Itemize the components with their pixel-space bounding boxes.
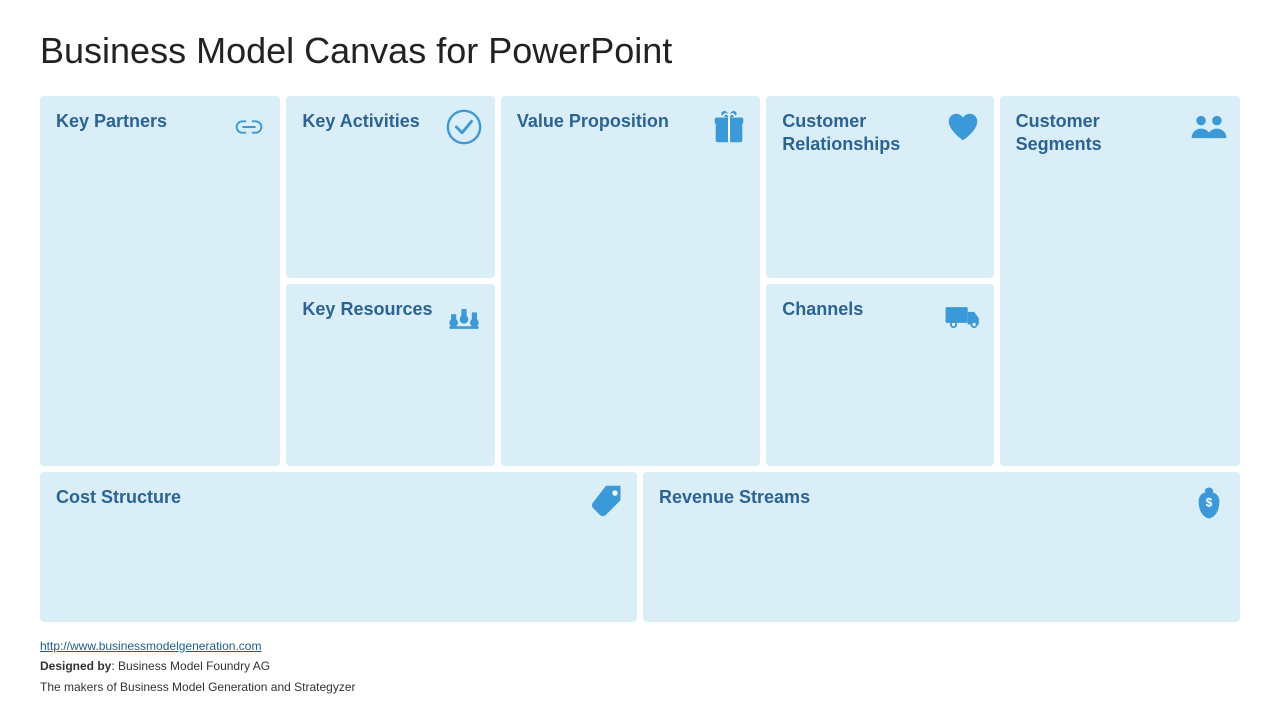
svg-text:$: $: [1206, 495, 1213, 509]
bottom-row: Cost Structure Revenue Streams $: [40, 472, 1240, 622]
people-icon: [1190, 108, 1228, 146]
truck-icon: [944, 296, 982, 334]
revenue-streams-label: Revenue Streams: [659, 486, 1083, 509]
footer-tagline: The makers of Business Model Generation …: [40, 677, 1240, 697]
canvas-grid: Key Partners Key Activities Key Resource…: [40, 96, 1240, 622]
customer-relationships-label: Customer Relationships: [782, 110, 929, 157]
customer-segments-label: Customer Segments: [1016, 110, 1172, 157]
customer-relationships-cell: Customer Relationships: [766, 96, 993, 278]
channels-label: Channels: [782, 298, 929, 321]
key-activities-column: Key Activities Key Resources: [286, 96, 494, 466]
key-resources-cell: Key Resources: [286, 284, 494, 466]
resources-icon: [445, 296, 483, 334]
check-circle-icon: [445, 108, 483, 146]
cost-structure-label: Cost Structure: [56, 486, 480, 509]
tag-icon: [587, 484, 625, 522]
footer-link[interactable]: http://www.businessmodelgeneration.com: [40, 639, 261, 653]
value-proposition-cell: Value Proposition: [501, 96, 760, 466]
channels-cell: Channels: [766, 284, 993, 466]
cost-structure-cell: Cost Structure: [40, 472, 637, 622]
key-partners-label: Key Partners: [56, 110, 212, 133]
money-bag-icon: $: [1190, 484, 1228, 522]
key-activities-cell: Key Activities: [286, 96, 494, 278]
footer-designed-by: Designed by: Business Model Foundry AG: [40, 656, 1240, 676]
link-icon: [230, 108, 268, 146]
customer-rel-column: Customer Relationships Channels: [766, 96, 993, 466]
revenue-streams-cell: Revenue Streams $: [643, 472, 1240, 622]
page-title: Business Model Canvas for PowerPoint: [40, 30, 1240, 72]
footer: http://www.businessmodelgeneration.com D…: [40, 636, 1240, 697]
gift-icon: [710, 108, 748, 146]
key-partners-cell: Key Partners: [40, 96, 280, 466]
key-resources-label: Key Resources: [302, 298, 434, 321]
top-row: Key Partners Key Activities Key Resource…: [40, 96, 1240, 466]
footer-url: http://www.businessmodelgeneration.com: [40, 636, 1240, 656]
customer-segments-cell: Customer Segments: [1000, 96, 1240, 466]
heart-icon: [944, 108, 982, 146]
key-activities-label: Key Activities: [302, 110, 434, 133]
value-proposition-label: Value Proposition: [517, 110, 688, 133]
